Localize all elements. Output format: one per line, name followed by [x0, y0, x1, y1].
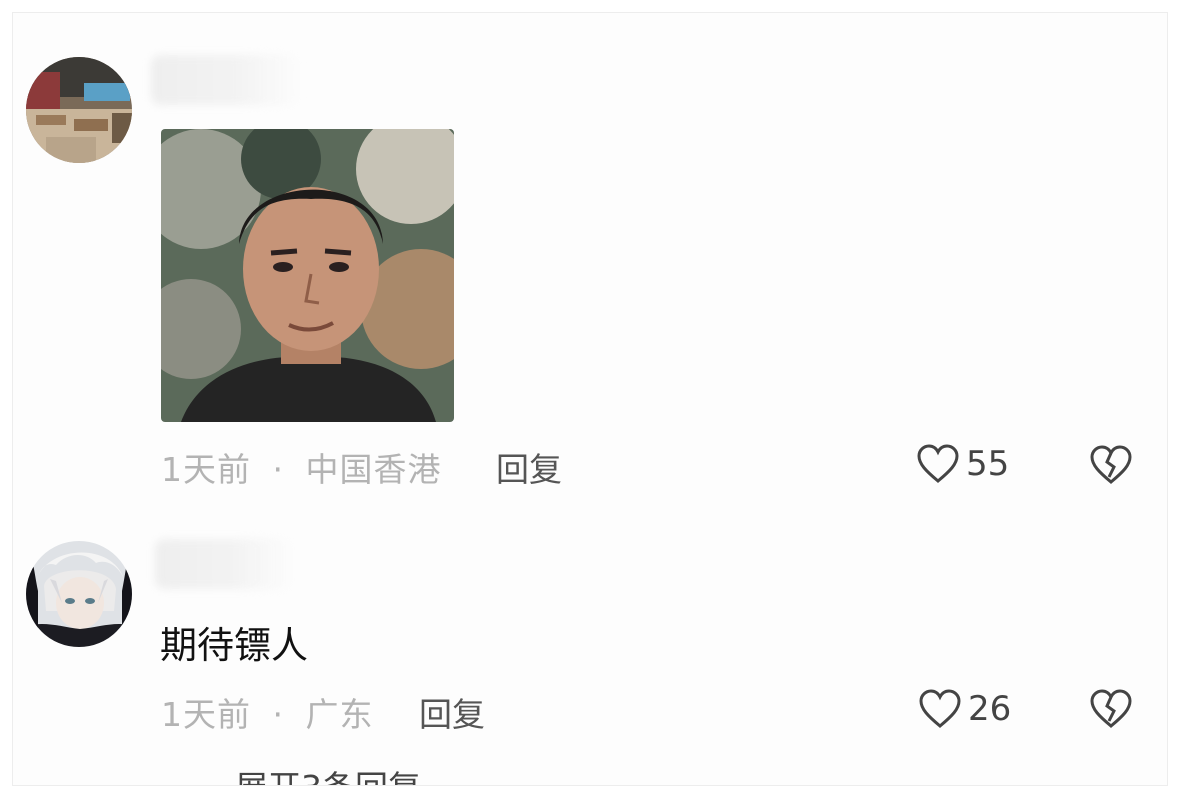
comment-time: 1天前 [161, 695, 251, 734]
comment-list: 1天前 · 中国香港 回复 55 期待镖人 1天前 · 广东 回复 26 [12, 12, 1168, 786]
like-count: 55 [966, 444, 1010, 484]
username-blurred [151, 55, 301, 105]
heart-outline-icon [917, 444, 959, 483]
broken-heart-icon [1090, 445, 1132, 484]
username-blurred [155, 539, 293, 589]
comment-image[interactable] [161, 129, 454, 422]
expand-replies-button[interactable]: 展开3条回复 [235, 761, 421, 785]
avatar-image [26, 541, 132, 647]
comment-location: 广东 [305, 695, 374, 734]
avatar-image [26, 57, 132, 163]
heart-outline-icon [919, 689, 961, 728]
like-button[interactable]: 55 [916, 443, 1009, 485]
avatar[interactable] [26, 57, 132, 163]
comment-meta: 1天前 · 中国香港 [161, 443, 442, 491]
comment-location: 中国香港 [305, 450, 442, 489]
portrait-image [161, 129, 454, 422]
broken-heart-icon [1090, 689, 1132, 728]
comment-meta: 1天前 · 广东 [161, 688, 374, 736]
reply-button[interactable]: 回复 [419, 688, 485, 736]
dislike-button[interactable] [1089, 444, 1133, 490]
avatar[interactable] [26, 541, 132, 647]
comment-time: 1天前 [161, 450, 251, 489]
comment-text: 期待镖人 [160, 624, 308, 667]
meta-separator: · [272, 695, 284, 734]
like-button[interactable]: 26 [918, 688, 1011, 730]
like-count: 26 [968, 689, 1012, 729]
reply-button[interactable]: 回复 [496, 443, 562, 491]
meta-separator: · [272, 450, 284, 489]
dislike-button[interactable] [1089, 688, 1133, 734]
